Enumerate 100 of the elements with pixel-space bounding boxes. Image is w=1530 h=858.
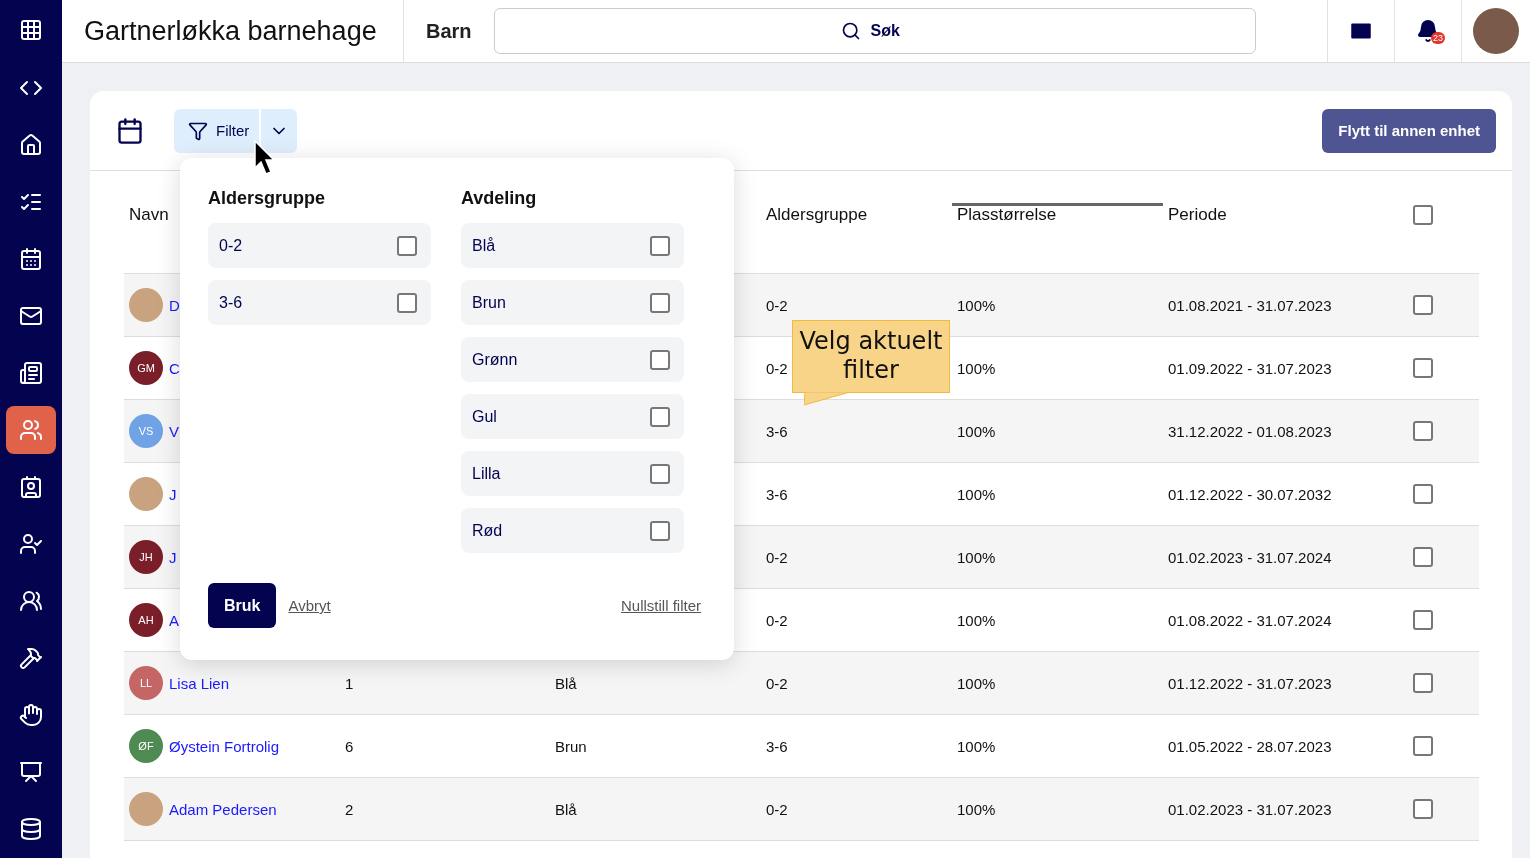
row-checkbox[interactable]	[1413, 358, 1433, 378]
table-cell: 0-2	[766, 296, 788, 314]
avatar-photo	[129, 477, 163, 511]
table-cell: 3-6	[766, 737, 788, 755]
table-cell: 01.02.2023 - 31.07.2024	[1168, 548, 1332, 566]
avatar-initials: ØF	[129, 729, 163, 763]
database-icon	[19, 816, 43, 841]
table-cell: 01.12.2022 - 30.07.2032	[1168, 485, 1332, 503]
row-checkbox[interactable]	[1413, 799, 1433, 819]
column-header[interactable]: Navn	[129, 205, 169, 225]
filter-option[interactable]: 3-6	[208, 280, 431, 325]
option-checkbox[interactable]	[650, 463, 670, 484]
column-header[interactable]: Aldersgruppe	[766, 205, 868, 225]
option-checkbox[interactable]	[650, 292, 670, 313]
home-icon	[19, 133, 43, 158]
table-cell: 01.08.2022 - 31.07.2024	[1168, 611, 1332, 629]
avatar-photo[interactable]	[1473, 8, 1519, 54]
table-cell: 31.12.2022 - 01.08.2023	[1168, 422, 1332, 440]
avatar-initials: JH	[129, 540, 163, 574]
table-cell: 01.09.2022 - 31.07.2023	[1168, 359, 1332, 377]
search-field[interactable]: Søk	[493, 8, 1256, 54]
row-checkbox[interactable]	[1413, 610, 1433, 630]
calendar-icon[interactable]	[116, 116, 144, 145]
table-cell: 0-2	[766, 674, 788, 692]
move-button[interactable]: Flytt til annen enhet	[1322, 108, 1496, 153]
filter-option[interactable]: Lilla	[461, 451, 684, 496]
search-icon	[840, 21, 861, 41]
option-checkbox[interactable]	[650, 349, 670, 370]
table-cell: 0-2	[766, 359, 788, 377]
table-cell: 01.05.2022 - 28.07.2023	[1168, 737, 1332, 755]
column-header[interactable]: Plasstørrelse	[957, 205, 1057, 225]
filter-group-title: Aldersgruppe	[208, 188, 327, 209]
sidebar-item[interactable]	[6, 406, 56, 455]
group-icon	[19, 589, 43, 614]
child-name-link[interactable]: J	[169, 548, 177, 566]
table-cell: 0-2	[766, 800, 788, 818]
table-cell: 0-2	[766, 611, 788, 629]
filter-option[interactable]: Blå	[461, 223, 684, 268]
filter-option[interactable]: Rød	[461, 508, 684, 553]
app-grid-icon[interactable]	[19, 18, 43, 43]
child-name-link[interactable]: C	[169, 359, 180, 377]
reset-filter-link[interactable]: Nullstill filter	[621, 597, 701, 614]
table-cell: Blå	[555, 800, 577, 818]
calendar-icon	[19, 247, 43, 272]
table-cell: 100%	[957, 611, 996, 629]
child-name-link[interactable]: Lisa Lien	[169, 674, 230, 692]
app-title: Gartnerløkka barnehage	[62, 0, 404, 62]
table-cell: 100%	[957, 548, 996, 566]
table-cell: 100%	[957, 485, 996, 503]
table-cell: 2	[345, 800, 354, 818]
child-name-link[interactable]: V	[169, 422, 179, 440]
filter-option[interactable]: 0-2	[208, 223, 431, 268]
people-icon	[19, 418, 43, 443]
id-card-icon	[19, 475, 43, 500]
option-checkbox[interactable]	[650, 406, 670, 427]
avatar-initials: LL	[129, 666, 163, 700]
filter-option[interactable]: Brun	[461, 280, 684, 325]
avatar-initials: GM	[129, 351, 163, 385]
table-cell: 100%	[957, 296, 996, 314]
section-title: Barn	[425, 18, 473, 44]
apply-button[interactable]: Bruk	[208, 583, 277, 628]
child-name-link[interactable]: Øystein Fortrolig	[169, 737, 280, 755]
hand-icon	[19, 703, 43, 727]
row-checkbox[interactable]	[1413, 736, 1433, 756]
table-cell: 100%	[957, 737, 996, 755]
table-cell: 100%	[957, 674, 996, 692]
option-checkbox[interactable]	[650, 520, 670, 541]
presenter-icon	[19, 759, 43, 784]
avatar-initials: AH	[129, 603, 163, 637]
table-cell: 100%	[957, 359, 996, 377]
column-header[interactable]: Periode	[1168, 205, 1227, 225]
hammer-icon	[19, 646, 43, 670]
child-name-link[interactable]: J	[169, 485, 177, 503]
filter-icon	[188, 120, 208, 141]
child-name-link[interactable]: A	[169, 611, 179, 629]
row-checkbox[interactable]	[1413, 421, 1433, 441]
row-checkbox[interactable]	[1413, 547, 1433, 567]
avatar-initials: VS	[129, 414, 163, 448]
table-cell: 3-6	[766, 422, 788, 440]
option-checkbox[interactable]	[650, 235, 670, 256]
filter-group-title: Avdeling	[461, 188, 538, 209]
child-name-link[interactable]: Adam Pedersen	[169, 800, 277, 818]
table-cell: 01.08.2021 - 31.07.2023	[1168, 296, 1332, 314]
table-cell: 100%	[957, 800, 996, 818]
person-check-icon	[19, 532, 43, 557]
cancel-link[interactable]: Avbryt	[288, 597, 331, 614]
newspaper-icon	[19, 361, 43, 386]
avatar-photo	[129, 792, 163, 826]
option-checkbox[interactable]	[397, 235, 417, 256]
filter-option[interactable]: Grønn	[461, 337, 684, 382]
row-checkbox[interactable]	[1413, 295, 1433, 315]
select-all-checkbox[interactable]	[1413, 205, 1433, 225]
row-checkbox[interactable]	[1413, 673, 1433, 693]
child-name-link[interactable]: D	[169, 296, 180, 314]
table-cell: 0-2	[766, 548, 788, 566]
notification-count: 23	[1431, 32, 1445, 44]
filter-option[interactable]: Gul	[461, 394, 684, 439]
row-checkbox[interactable]	[1413, 484, 1433, 504]
avatar-photo	[129, 288, 163, 322]
option-checkbox[interactable]	[397, 292, 417, 313]
